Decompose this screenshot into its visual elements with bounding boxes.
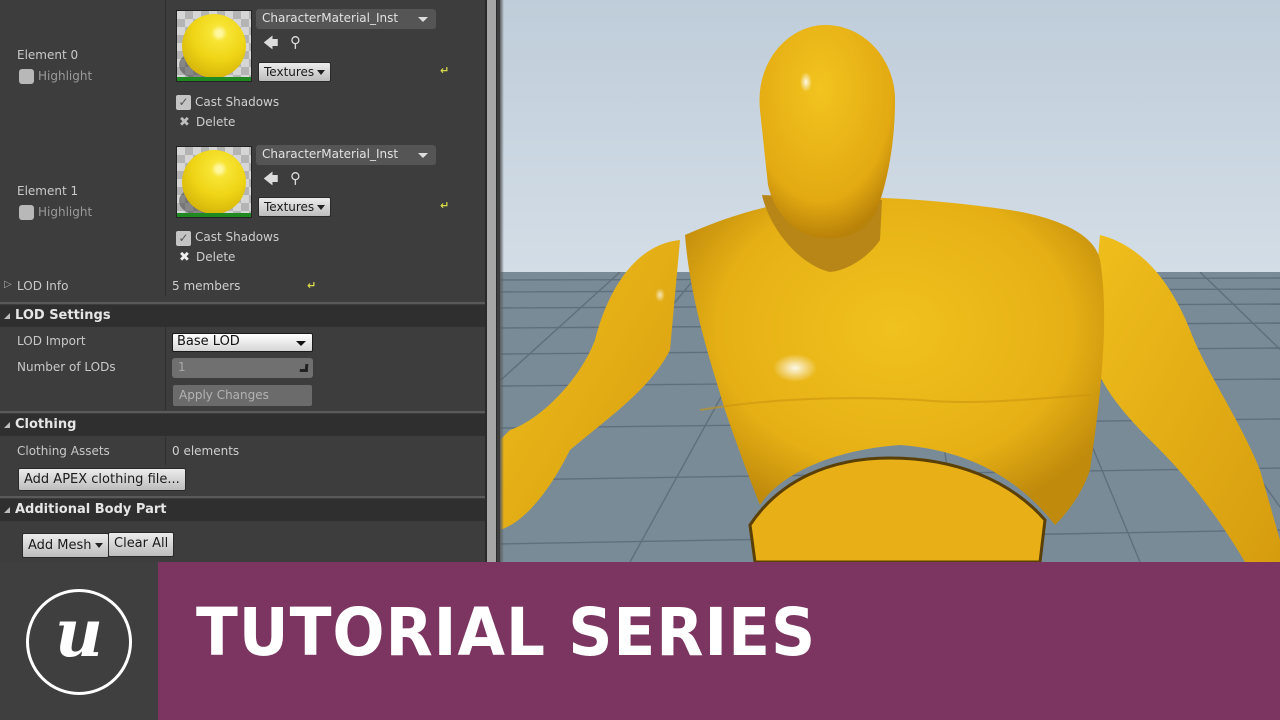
section-title: LOD Settings xyxy=(15,308,111,323)
reset-to-default-icon[interactable]: ↵ xyxy=(440,64,449,77)
column-divider[interactable] xyxy=(165,437,166,465)
resize-grip-icon xyxy=(299,364,309,372)
column-divider[interactable] xyxy=(165,0,166,296)
chevron-down-icon xyxy=(317,205,326,210)
viewport[interactable] xyxy=(500,0,1280,562)
reset-to-default-icon[interactable]: ↵ xyxy=(307,279,316,292)
section-divider xyxy=(0,302,485,304)
element-0-label: Element 0 xyxy=(17,48,79,62)
section-header-additional-body-part[interactable]: Additional Body Part xyxy=(0,499,485,521)
element-0-delete-button[interactable]: Delete xyxy=(196,115,235,129)
search-icon[interactable]: ⚲ xyxy=(290,35,301,50)
chevron-down-icon xyxy=(296,341,306,346)
element-1-cast-shadows-checkbox[interactable]: ✓ xyxy=(176,231,191,246)
element-1-label: Element 1 xyxy=(17,184,79,198)
element-0-material-combo[interactable]: CharacterMaterial_Inst xyxy=(256,9,436,29)
delete-icon[interactable]: ✖ xyxy=(179,251,190,264)
element-1-cast-shadows-label: Cast Shadows xyxy=(195,230,280,244)
element-0-textures-button[interactable]: Textures xyxy=(258,62,332,82)
num-lods-input[interactable]: 1 xyxy=(172,358,313,378)
section-title: Clothing xyxy=(15,417,77,432)
element-1-delete-button[interactable]: Delete xyxy=(196,250,235,264)
element-1-highlight-label: Highlight xyxy=(38,205,93,219)
element-1-material-combo[interactable]: CharacterMaterial_Inst xyxy=(256,145,436,165)
element-0-material-thumbnail[interactable] xyxy=(176,10,252,82)
search-icon[interactable]: ⚲ xyxy=(290,171,301,186)
num-lods-value: 1 xyxy=(178,360,186,374)
banner-title: TUTORIAL SERIES xyxy=(196,594,817,671)
column-divider[interactable] xyxy=(165,327,166,410)
scrollbar-thumb[interactable] xyxy=(487,0,496,562)
lod-info-value: 5 members xyxy=(172,279,241,293)
unreal-engine-logo-glyph: u xyxy=(55,594,103,672)
chevron-down-icon xyxy=(418,153,428,158)
element-0-highlight-label: Highlight xyxy=(38,69,93,83)
element-0-cast-shadows-checkbox[interactable]: ✓ xyxy=(176,95,191,110)
expand-arrow-icon[interactable]: ▷ xyxy=(4,279,12,290)
section-header-lod-settings[interactable]: LOD Settings xyxy=(0,305,485,327)
collapse-arrow-icon xyxy=(4,507,10,513)
element-1-material-name: CharacterMaterial_Inst xyxy=(262,147,399,161)
reset-to-default-icon[interactable]: ↵ xyxy=(440,199,449,212)
element-1-highlight-checkbox[interactable] xyxy=(19,205,34,220)
right-arm xyxy=(1090,235,1280,562)
chevron-down-icon xyxy=(317,70,326,75)
section-divider xyxy=(0,496,485,498)
arrow-left-icon[interactable]: 🡄 xyxy=(263,36,279,51)
delete-icon[interactable]: ✖ xyxy=(179,116,190,129)
arrow-left-icon[interactable]: 🡄 xyxy=(263,172,279,187)
lod-info-label[interactable]: LOD Info xyxy=(17,279,68,293)
element-1-material-thumbnail[interactable] xyxy=(176,146,252,218)
num-lods-label: Number of LODs xyxy=(17,360,116,374)
chevron-down-icon xyxy=(94,543,103,548)
lod-import-value: Base LOD xyxy=(177,334,240,349)
viewport-edge xyxy=(500,0,504,562)
element-0-highlight-checkbox[interactable] xyxy=(19,69,34,84)
clothing-assets-value: 0 elements xyxy=(172,444,240,458)
section-title: Additional Body Part xyxy=(15,502,167,517)
chevron-down-icon xyxy=(418,17,428,22)
mannequin-character xyxy=(500,25,1280,562)
element-0-material-name: CharacterMaterial_Inst xyxy=(262,11,399,25)
collapse-arrow-icon xyxy=(4,422,10,428)
details-panel: Element 0 Highlight CharacterMaterial_In… xyxy=(0,0,500,562)
clear-all-button[interactable]: Clear All xyxy=(108,532,175,557)
left-arm xyxy=(500,240,680,530)
unreal-engine-logo: u xyxy=(26,589,132,695)
head xyxy=(759,25,895,239)
collapse-arrow-icon xyxy=(4,313,10,319)
section-header-clothing[interactable]: Clothing xyxy=(0,414,485,436)
lod-import-dropdown[interactable]: Base LOD xyxy=(172,333,313,352)
clothing-assets-label: Clothing Assets xyxy=(17,444,110,458)
add-mesh-button[interactable]: Add Mesh xyxy=(22,533,109,558)
element-0-cast-shadows-label: Cast Shadows xyxy=(195,95,280,109)
section-divider xyxy=(0,411,485,413)
add-apex-clothing-button[interactable]: Add APEX clothing file... xyxy=(18,468,186,491)
element-1-textures-button[interactable]: Textures xyxy=(258,197,332,217)
lod-import-label: LOD Import xyxy=(17,334,86,348)
apply-changes-button[interactable]: Apply Changes xyxy=(173,385,312,406)
